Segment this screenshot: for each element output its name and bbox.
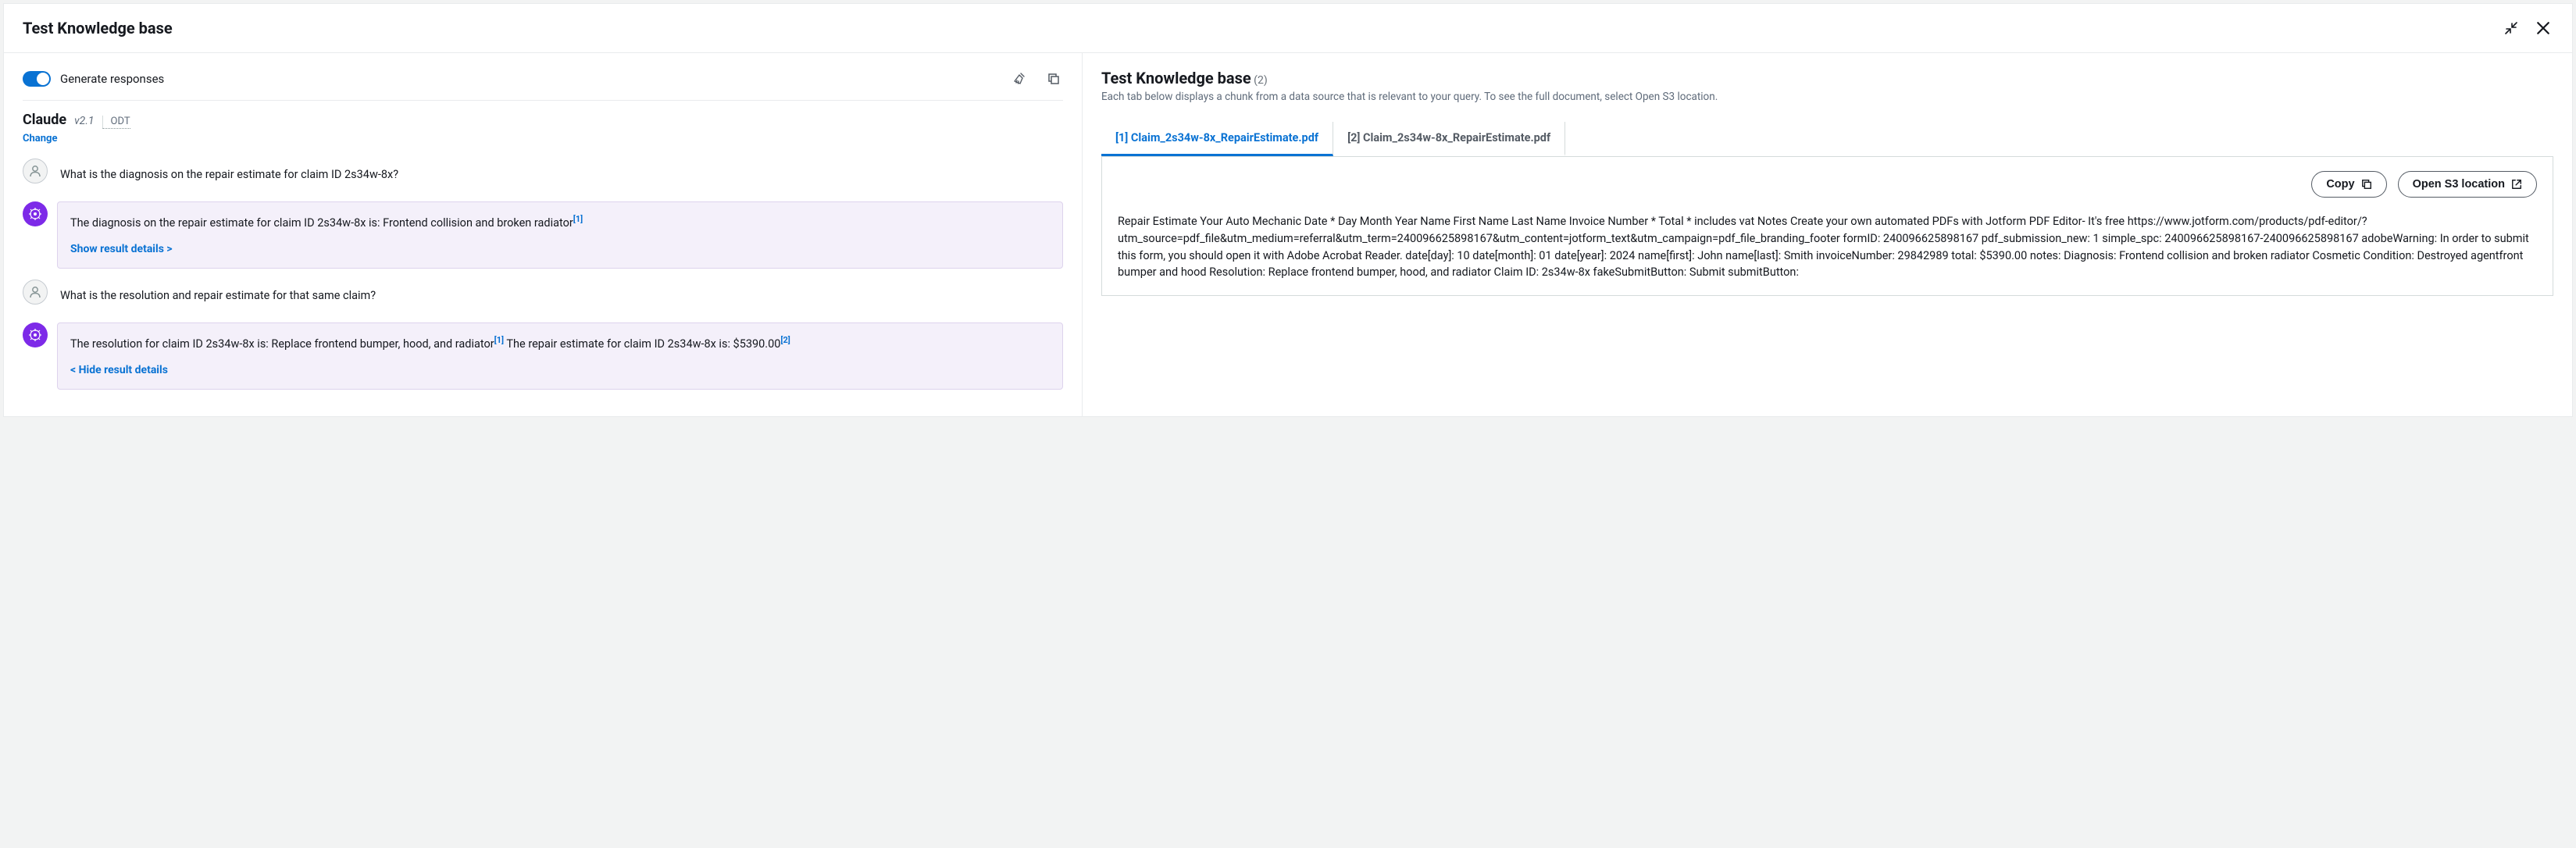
generate-responses-label: Generate responses bbox=[60, 72, 164, 86]
message-text: The diagnosis on the repair estimate for… bbox=[70, 216, 573, 230]
message-text-line2: The repair estimate for claim ID 2s34w-8… bbox=[506, 337, 780, 351]
source-tabs: [1] Claim_2s34w-8x_RepairEstimate.pdf [2… bbox=[1101, 122, 2553, 157]
open-s3-button[interactable]: Open S3 location bbox=[2398, 171, 2537, 198]
chat-message-user: What is the resolution and repair estima… bbox=[23, 280, 1063, 312]
ai-avatar-icon bbox=[23, 201, 48, 226]
tab-source-2[interactable]: [2] Claim_2s34w-8x_RepairEstimate.pdf bbox=[1333, 122, 1565, 156]
chat-message-ai: The resolution for claim ID 2s34w-8x is:… bbox=[23, 322, 1063, 390]
chunk-text: Repair Estimate Your Auto Mechanic Date … bbox=[1118, 213, 2537, 281]
show-result-details-link[interactable]: Show result details > bbox=[70, 243, 173, 255]
copy-icon[interactable] bbox=[1044, 69, 1063, 89]
copy-button-label: Copy bbox=[2326, 178, 2354, 191]
sources-description: Each tab below displays a chunk from a d… bbox=[1101, 91, 2553, 103]
model-version: v2.1 bbox=[74, 115, 94, 127]
model-odt: ODT bbox=[102, 116, 130, 129]
chat-panel: Generate responses Claude v2.1 ODT Chang… bbox=[4, 53, 1083, 416]
change-model-link[interactable]: Change bbox=[23, 133, 57, 144]
citation-link[interactable]: [1] bbox=[494, 335, 504, 345]
sources-title: Test Knowledge base bbox=[1101, 69, 1251, 87]
titlebar-actions bbox=[2502, 18, 2553, 38]
chunk-card: Copy Open S3 location Repair Estimate Yo… bbox=[1101, 157, 2553, 296]
collapse-icon[interactable] bbox=[2502, 19, 2521, 37]
hide-result-details-link[interactable]: < Hide result details bbox=[70, 364, 168, 376]
model-info: Claude v2.1 ODT bbox=[23, 112, 1063, 129]
external-link-icon bbox=[2511, 179, 2522, 190]
ai-avatar-icon bbox=[23, 322, 48, 347]
games[interactable]: [2] bbox=[780, 335, 790, 345]
close-icon[interactable] bbox=[2533, 18, 2553, 38]
user-avatar-icon bbox=[23, 159, 48, 183]
model-name: Claude bbox=[23, 112, 66, 128]
generate-responses-toggle[interactable] bbox=[23, 71, 51, 87]
sources-count: (2) bbox=[1254, 74, 1268, 87]
copy-icon bbox=[2361, 179, 2372, 190]
chat-message-user: What is the diagnosis on the repair esti… bbox=[23, 159, 1063, 191]
sources-header: Test Knowledge base (2) bbox=[1101, 69, 2553, 87]
citation-link[interactable]: [1] bbox=[573, 214, 583, 224]
sources-panel: Test Knowledge base (2) Each tab below d… bbox=[1083, 53, 2572, 416]
titlebar: Test Knowledge base bbox=[4, 4, 2572, 53]
message-text: What is the diagnosis on the repair esti… bbox=[57, 159, 1063, 191]
user-avatar-icon bbox=[23, 280, 48, 305]
message-text: What is the resolution and repair estima… bbox=[57, 280, 1063, 312]
tab-source-1[interactable]: [1] Claim_2s34w-8x_RepairEstimate.pdf bbox=[1101, 122, 1333, 156]
open-s3-button-label: Open S3 location bbox=[2413, 178, 2505, 191]
page-title: Test Knowledge base bbox=[23, 19, 173, 37]
message-text-line1: The resolution for claim ID 2s34w-8x is:… bbox=[70, 337, 494, 351]
broom-icon[interactable] bbox=[1010, 69, 1030, 89]
copy-button[interactable]: Copy bbox=[2311, 171, 2386, 198]
chat-message-ai: The diagnosis on the repair estimate for… bbox=[23, 201, 1063, 269]
